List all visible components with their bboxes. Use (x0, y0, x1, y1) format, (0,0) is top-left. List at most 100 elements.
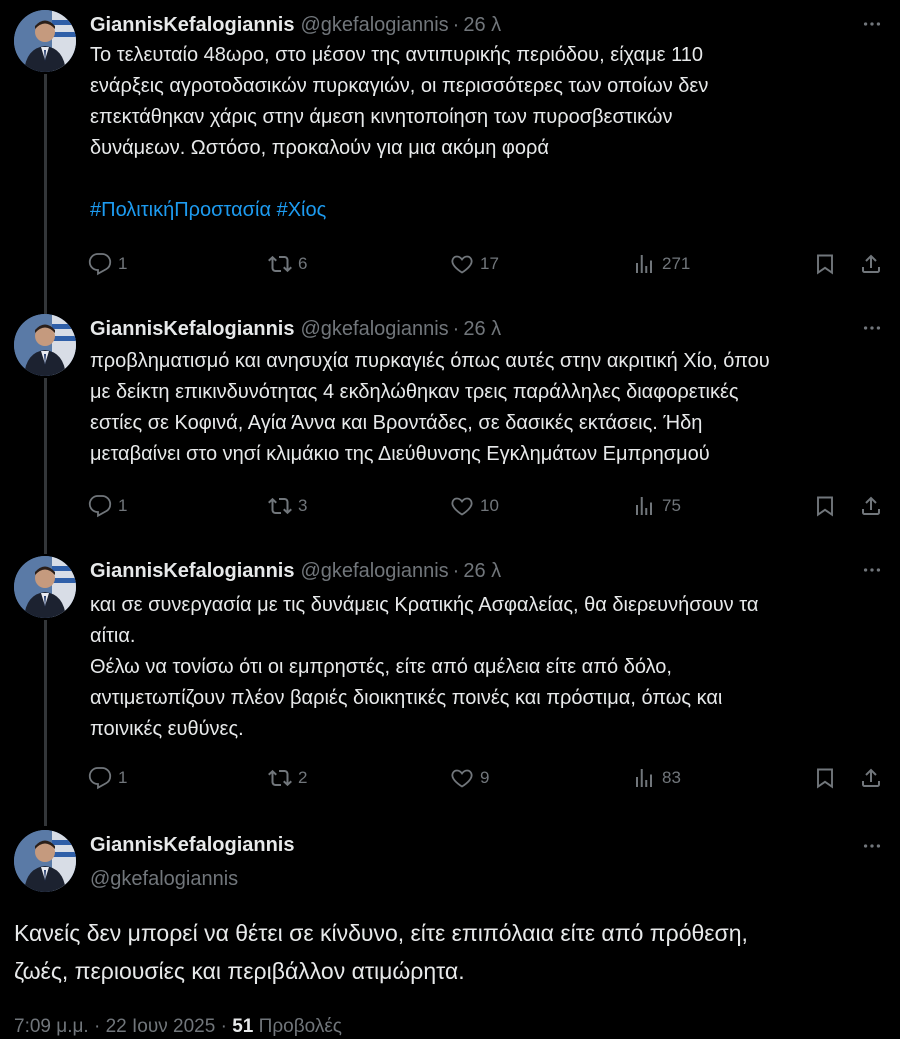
thread-line (44, 378, 47, 554)
tweet-line: και σε συνεργασία με τις δυνάμεις Κρατικ… (90, 594, 759, 616)
reply-icon (88, 767, 112, 790)
tweet-meta: 7:09 μ.μ. · 22 Ιουν 2025 · 51 Προβολές (14, 1016, 342, 1038)
repost-button[interactable]: 6 (268, 250, 307, 278)
repost-count: 3 (298, 496, 308, 515)
tweet-line: ποινικές ευθύνες. (90, 718, 244, 740)
like-count: 17 (480, 254, 499, 273)
bookmark-button[interactable] (812, 764, 838, 792)
tweet-line: εστίες σε Κοφινά, Αγία Άννα και Βροντάδε… (90, 412, 703, 434)
views-count: 83 (662, 768, 681, 787)
repost-button[interactable]: 2 (268, 764, 307, 792)
separator-dot: · (452, 559, 460, 582)
like-icon (451, 497, 473, 516)
views-icon (636, 769, 652, 787)
avatar[interactable] (14, 830, 76, 892)
main-tweet-text: Κανείς δεν μπορεί να θέτει σε κίνδυνο, ε… (14, 914, 880, 990)
share-icon (862, 768, 880, 787)
views-button[interactable]: 83 (632, 764, 681, 792)
tweet-line: Το τελευταίο 48ωρο, στο μέσον της αντιπυ… (90, 44, 703, 66)
share-button[interactable] (858, 492, 884, 520)
reply-count: 1 (118, 496, 128, 515)
reply-button[interactable]: 1 (88, 492, 127, 520)
more-icon[interactable] (860, 316, 884, 340)
like-button[interactable]: 10 (450, 492, 499, 520)
author-name[interactable]: GiannisKefalogiannis (90, 14, 294, 37)
like-icon (451, 255, 473, 274)
author-name[interactable]: GiannisKefalogiannis (90, 830, 294, 860)
reply-button[interactable]: 1 (88, 764, 127, 792)
like-button[interactable]: 9 (450, 764, 489, 792)
bookmark-icon (817, 768, 833, 789)
separator-dot: · (452, 13, 460, 36)
views-icon (636, 255, 652, 273)
views-label: Προβολές (258, 1016, 342, 1037)
more-icon[interactable] (860, 12, 884, 36)
tweet-time[interactable]: 26 λ (463, 560, 501, 583)
views-button[interactable]: 75 (632, 492, 681, 520)
thread-tweet-1[interactable]: GiannisKefalogiannis @gkefalogiannis · 2… (0, 10, 900, 318)
reply-icon (88, 253, 112, 276)
author-handle[interactable]: @gkefalogiannis (300, 14, 448, 37)
hashtags-link[interactable]: #ΠολιτικήΠροστασία #Χίος (90, 195, 888, 226)
author-name[interactable]: GiannisKefalogiannis (90, 318, 294, 341)
author-handle[interactable]: @gkefalogiannis (300, 560, 448, 583)
tweet-header: GiannisKefalogiannis @gkefalogiannis · 2… (90, 314, 501, 344)
share-button[interactable] (858, 764, 884, 792)
more-icon[interactable] (860, 834, 884, 858)
tweet-timestamp[interactable]: 7:09 μ.μ. · 22 Ιουν 2025 · (14, 1016, 227, 1037)
tweet-text: Το τελευταίο 48ωρο, στο μέσον της αντιπυ… (90, 40, 888, 226)
reply-button[interactable]: 1 (88, 250, 127, 278)
reply-icon (88, 495, 112, 518)
tweet-line: μεταβαίνει στο νησί κλιμάκιο της Διεύθυν… (90, 443, 710, 465)
tweet-time[interactable]: 26 λ (463, 14, 501, 37)
bookmark-button[interactable] (812, 250, 838, 278)
tweet-line-blank (90, 164, 888, 195)
main-tweet: GiannisKefalogiannis @gkefalogiannis Καν… (0, 830, 900, 1039)
tweet-line: δυνάμεων. Ωστόσο, προκαλούν για μια ακόμ… (90, 137, 549, 159)
tweet-line: αντιμετωπίζουν πλέον βαριές διοικητικές … (90, 687, 723, 709)
thread-line (44, 620, 47, 826)
thread-tweet-2[interactable]: GiannisKefalogiannis @gkefalogiannis · 2… (0, 308, 900, 554)
author-handle[interactable]: @gkefalogiannis (300, 318, 448, 341)
tweet-actions: 1 3 10 75 (88, 492, 886, 520)
author-handle[interactable]: @gkefalogiannis (90, 864, 294, 894)
tweet-line: αίτια. (90, 625, 136, 647)
like-count: 9 (480, 768, 490, 787)
more-icon[interactable] (860, 558, 884, 582)
reply-count: 1 (118, 768, 128, 787)
share-button[interactable] (858, 250, 884, 278)
tweet-line: προβληματισμό και ανησυχία πυρκαγιές όπω… (90, 350, 770, 372)
thread-line (44, 74, 47, 318)
like-icon (451, 769, 473, 788)
tweet-header: GiannisKefalogiannis @gkefalogiannis · 2… (90, 10, 501, 40)
tweet-line: ενάρξεις αγροτοδασικών πυρκαγιών, οι περ… (90, 75, 709, 97)
bookmark-button[interactable] (812, 492, 838, 520)
tweet-line: Κανείς δεν μπορεί να θέτει σε κίνδυνο, ε… (14, 920, 748, 946)
like-button[interactable]: 17 (450, 250, 499, 278)
tweet-line: με δείκτη επικινδυνότητας 4 εκδηλώθηκαν … (90, 381, 739, 403)
like-count: 10 (480, 496, 499, 515)
repost-count: 6 (298, 254, 308, 273)
avatar[interactable] (14, 314, 76, 376)
views-icon (636, 497, 652, 515)
share-icon (862, 496, 880, 515)
tweet-header: GiannisKefalogiannis @gkefalogiannis · 2… (90, 556, 501, 586)
avatar[interactable] (14, 10, 76, 72)
views-button[interactable]: 271 (632, 250, 690, 278)
repost-button[interactable]: 3 (268, 492, 307, 520)
main-tweet-header: GiannisKefalogiannis @gkefalogiannis (90, 830, 294, 894)
views-count: 271 (662, 254, 691, 273)
avatar[interactable] (14, 556, 76, 618)
tweet-line: επεκτάθηκαν χάρις στην άμεση κινητοποίησ… (90, 106, 673, 128)
tweet-line: Θέλω να τονίσω ότι οι εμπρηστές, είτε απ… (90, 656, 672, 678)
tweet-actions: 1 2 9 83 (88, 764, 886, 792)
separator-dot: · (452, 317, 460, 340)
reply-count: 1 (118, 254, 128, 273)
author-name[interactable]: GiannisKefalogiannis (90, 560, 294, 583)
thread-tweet-3[interactable]: GiannisKefalogiannis @gkefalogiannis · 2… (0, 556, 900, 828)
tweet-line: ζωές, περιουσίες και περιβάλλον ατιμώρητ… (14, 958, 465, 984)
bookmark-icon (817, 254, 833, 275)
repost-icon (268, 255, 292, 273)
tweet-time[interactable]: 26 λ (463, 318, 501, 341)
repost-count: 2 (298, 768, 308, 787)
